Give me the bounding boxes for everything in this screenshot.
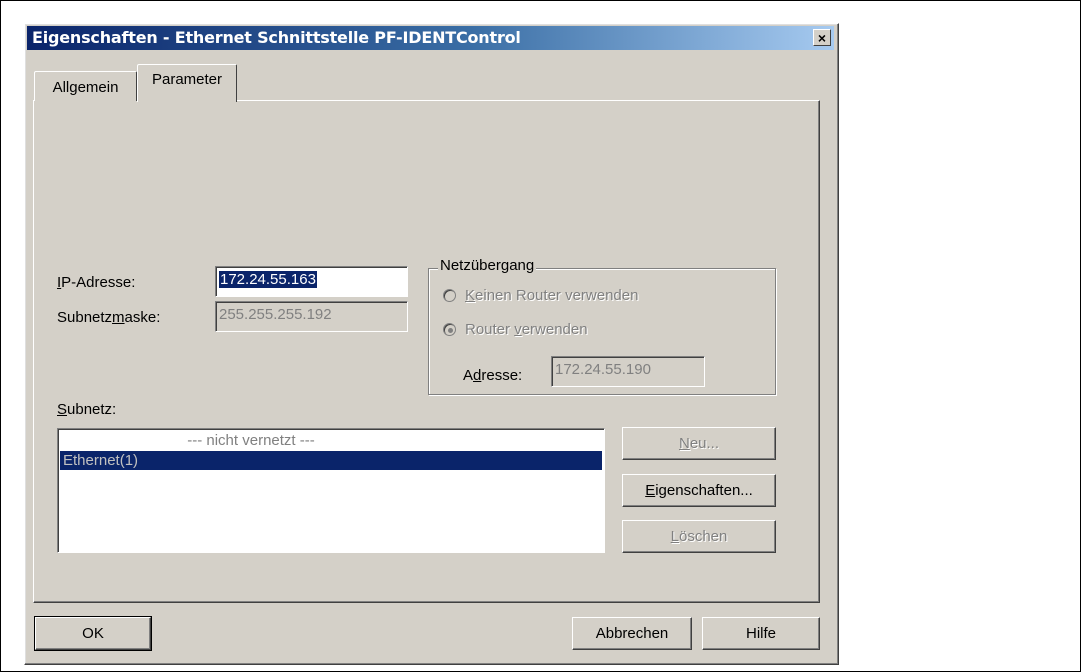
use-router-radio[interactable]	[443, 323, 456, 336]
tab-parameter[interactable]: Parameter	[137, 64, 237, 102]
subnet-listbox[interactable]: --- nicht vernetzt --- Ethernet(1)	[57, 428, 605, 553]
use-router-label: Router verwenden	[465, 321, 588, 338]
ip-address-value: 172.24.55.163	[219, 271, 317, 288]
tab-allgemein[interactable]: Allgemein	[34, 71, 137, 101]
no-router-label: Keinen Router verwenden	[465, 287, 639, 304]
router-address-value: 172.24.55.190	[555, 361, 651, 378]
ip-address-input[interactable]: 172.24.55.163	[215, 266, 408, 297]
ok-button[interactable]: OK	[34, 616, 152, 651]
delete-button[interactable]: Löschen	[622, 520, 776, 553]
radio-selected-dot	[448, 328, 453, 333]
no-router-radio[interactable]	[443, 289, 456, 302]
router-address-input[interactable]: 172.24.55.190	[551, 356, 705, 387]
router-address-label: Adresse:	[463, 367, 523, 384]
subnet-mask-input[interactable]: 255.255.255.192	[215, 301, 408, 332]
close-button[interactable]: ×	[813, 29, 831, 46]
ip-address-label: IP-Adresse:	[57, 274, 136, 291]
window-title: Eigenschaften - Ethernet Schnittstelle P…	[32, 28, 521, 47]
subnet-mask-value: 255.255.255.192	[219, 306, 332, 323]
subnet-mask-label: Subnetzmaske:	[57, 309, 161, 326]
subnet-label: Subnetz:	[57, 401, 117, 418]
properties-button[interactable]: Eigenschaften...	[622, 474, 776, 507]
close-icon: ×	[817, 29, 827, 46]
list-item-not-networked[interactable]: --- nicht vernetzt ---	[60, 431, 602, 450]
new-button[interactable]: Neu...	[622, 427, 776, 460]
gateway-group-title: Netzübergang	[438, 257, 537, 274]
help-button[interactable]: Hilfe	[702, 617, 820, 650]
list-item-ethernet-1[interactable]: Ethernet(1)	[60, 451, 602, 470]
cancel-button[interactable]: Abbrechen	[572, 617, 692, 650]
